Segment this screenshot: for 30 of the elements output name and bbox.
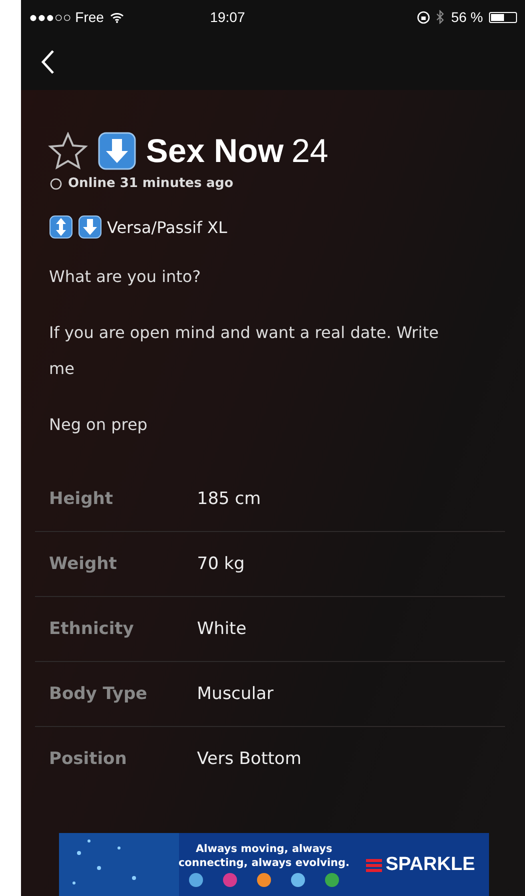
stat-value: Muscular: [197, 684, 274, 704]
wifi-icon: [110, 12, 124, 22]
back-icon[interactable]: [41, 49, 55, 75]
carrier-signal: ●●●○○ Free: [29, 9, 104, 25]
rotation-lock-icon: [417, 10, 430, 24]
stat-value: 185 cm: [197, 489, 261, 509]
clock-time: 19:07: [210, 9, 246, 25]
profile-age: 24: [292, 132, 328, 170]
stat-label: Ethnicity: [48, 619, 135, 639]
star-icon[interactable]: [48, 132, 88, 170]
brand-name: SPARKLE: [386, 854, 475, 876]
stat-label: Weight: [48, 554, 118, 574]
brand-logo-icon: [366, 858, 382, 872]
battery-icon: [489, 12, 517, 22]
stat-value: Vers Bottom: [197, 749, 302, 769]
battery-percent: 56 %: [451, 9, 483, 25]
role-text: Versa/Passif XL: [107, 218, 228, 236]
ad-banner[interactable]: Always moving, always connecting, always evolving. SPARKLE: [59, 833, 489, 896]
stat-label: Position: [48, 749, 128, 769]
stat-label: Body Type: [48, 684, 148, 704]
bluetooth-icon: [436, 10, 446, 24]
last-seen-text: Online 31 minutes ago: [68, 176, 234, 191]
profile-name: Sex Now: [146, 132, 284, 170]
stat-value: 70 kg: [197, 554, 245, 574]
bio-text: If you are open mind and want a real date. Write me: [49, 322, 440, 380]
stat-value: White: [197, 619, 246, 639]
ad-headline: Always moving, always connecting, always evolving.: [177, 842, 351, 870]
bio-text: What are you into?: [49, 266, 202, 288]
stat-label: Height: [48, 489, 114, 509]
bio-text: Neg on prep: [49, 414, 148, 436]
